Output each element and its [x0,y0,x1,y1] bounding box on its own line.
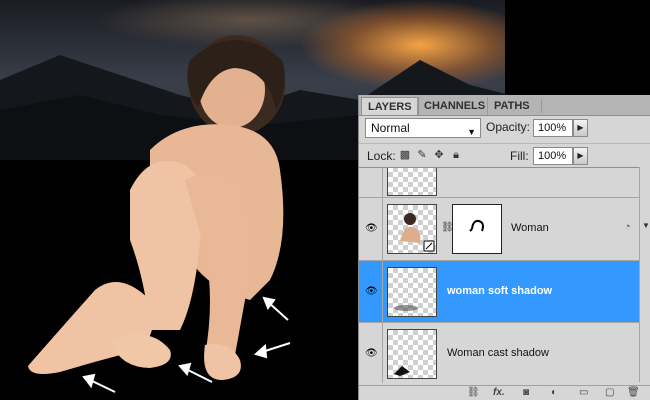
fx-icon[interactable]: fx. [493,387,505,399]
layer-name[interactable]: Woman [511,222,549,234]
layer-name[interactable]: Woman cast shadow [447,347,549,359]
blend-mode-select[interactable]: Normal ▼ [365,118,481,138]
opacity-label: Opacity: [486,120,531,134]
smart-filter-icon[interactable]: ◔ [624,221,631,233]
visibility-toggle[interactable]: 👁︎ [359,198,383,260]
visibility-toggle[interactable]: 👁︎ [359,323,383,383]
new-layer-icon[interactable]: ▢ [605,387,614,399]
lock-all-icon[interactable]: 🔒︎ [450,149,462,161]
link-layers-icon[interactable]: ⛓︎ [467,387,480,399]
add-mask-icon[interactable]: ◙ [523,387,529,399]
woman-thumbnail-art [400,213,435,252]
visibility-toggle[interactable] [359,168,383,197]
blend-opacity-row: Normal ▼ Opacity: 100% ▶ [359,117,650,143]
cast-shadow-thumbnail-art [394,366,410,376]
fill-slider-arrow-icon[interactable]: ▶ [573,147,588,165]
panel-tab-bar: LAYERS CHANNELS PATHS [359,95,650,116]
layer-mask-thumbnail[interactable] [452,204,502,254]
panel-bottom-toolbar: ⛓︎ fx. ◙ ◐ ▭ ▢ 🗑︎ [359,385,650,400]
tab-paths[interactable]: PATHS [487,97,542,115]
lock-image-pixels-icon[interactable]: ✎ [416,149,428,161]
lock-fill-row: Lock: ▩ ✎ ✥ 🔒︎ Fill: 100% ▶ [359,143,650,168]
soft-shadow-thumbnail-art [394,305,418,311]
lock-position-icon[interactable]: ✥ [433,149,445,161]
layer-row-woman-soft-shadow[interactable]: 👁︎ woman soft shadow [359,261,639,323]
adjustment-layer-icon[interactable]: ◐ [551,387,557,399]
blend-mode-value: Normal [371,121,410,135]
layer-thumbnail [387,168,437,196]
trash-icon[interactable]: 🗑︎ [627,387,640,399]
layer-thumbnail [387,204,437,254]
eye-icon: 👁︎ [365,347,378,359]
opacity-slider-arrow-icon[interactable]: ▶ [573,119,588,137]
scroll-down-arrow-icon[interactable]: ▼ [642,221,650,230]
tab-layers[interactable]: LAYERS [361,97,419,115]
fill-label: Fill: [510,149,529,163]
layer-list-scrollbar[interactable]: ▼ [639,167,650,382]
lock-transparent-pixels-icon[interactable]: ▩ [399,149,411,161]
lock-label: Lock: [367,149,396,163]
visibility-toggle[interactable]: 👁︎ [359,261,383,322]
eye-icon: 👁︎ [365,285,378,297]
layer-row-top[interactable] [359,168,639,198]
fill-input[interactable]: 100% [533,147,573,165]
layer-list: 👁︎ ⛓︎ Woman ◔ 👁︎ woman soft shadow 👁︎ Wo… [359,167,650,383]
mask-shape [469,219,484,232]
eye-icon: 👁︎ [365,223,378,234]
layer-thumbnail [387,329,437,379]
layer-thumbnail [387,267,437,317]
layer-name[interactable]: woman soft shadow [447,285,552,297]
layer-row-woman[interactable]: 👁︎ ⛓︎ Woman ◔ [359,198,639,261]
chevron-down-icon: ▼ [467,127,476,137]
tab-channels[interactable]: CHANNELS [417,97,491,115]
opacity-input[interactable]: 100% [533,119,573,137]
layer-row-woman-cast-shadow[interactable]: 👁︎ Woman cast shadow [359,323,639,383]
folder-icon[interactable]: ▭ [579,387,588,399]
layers-panel: LAYERS CHANNELS PATHS Normal ▼ Opacity: … [358,95,650,400]
